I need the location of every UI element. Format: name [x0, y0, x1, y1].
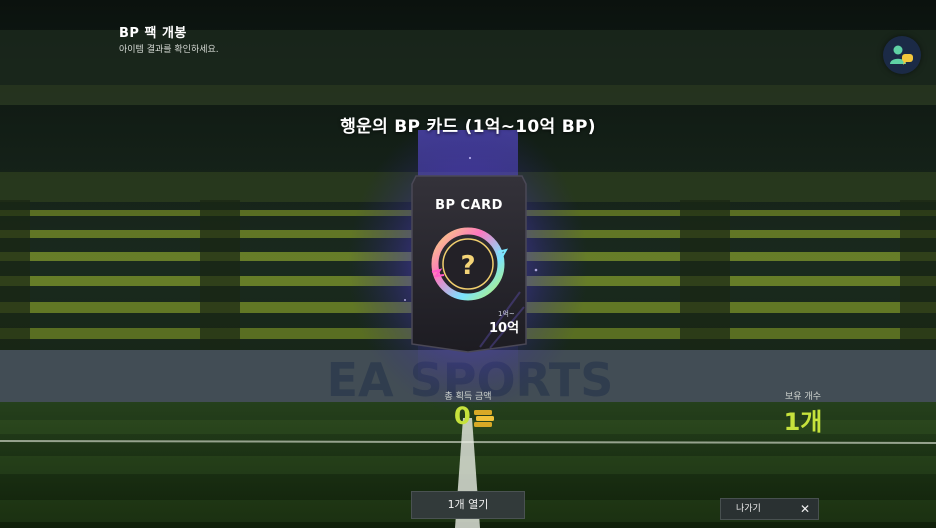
card-range-value: 10억 [489, 321, 520, 336]
owned-count-label: 보유 개수 [785, 392, 821, 402]
bp-coin-icon [474, 410, 494, 427]
friends-chat-button[interactable] [883, 36, 921, 74]
close-icon: ✕ [800, 502, 811, 516]
exit-button-label: 나가기 [736, 504, 761, 514]
exit-button[interactable]: 나가기 ✕ [720, 498, 819, 520]
page-title: BP 팩 개봉 [119, 26, 187, 41]
open-pack-button[interactable]: 1개 열기 [411, 491, 525, 519]
card-question-mark: ? [460, 251, 475, 281]
page-subtitle: 아이템 결과를 확인하세요. [119, 45, 219, 55]
pack-title: 행운의 BP 카드 (1억~10억 BP) [340, 117, 596, 137]
card-label: BP CARD [435, 198, 503, 213]
friends-chat-icon [890, 45, 913, 65]
owned-count-value: 1개 [783, 408, 823, 436]
total-amount-value: 0 [454, 402, 471, 430]
total-amount-label: 총 획득 금액 [444, 392, 492, 402]
